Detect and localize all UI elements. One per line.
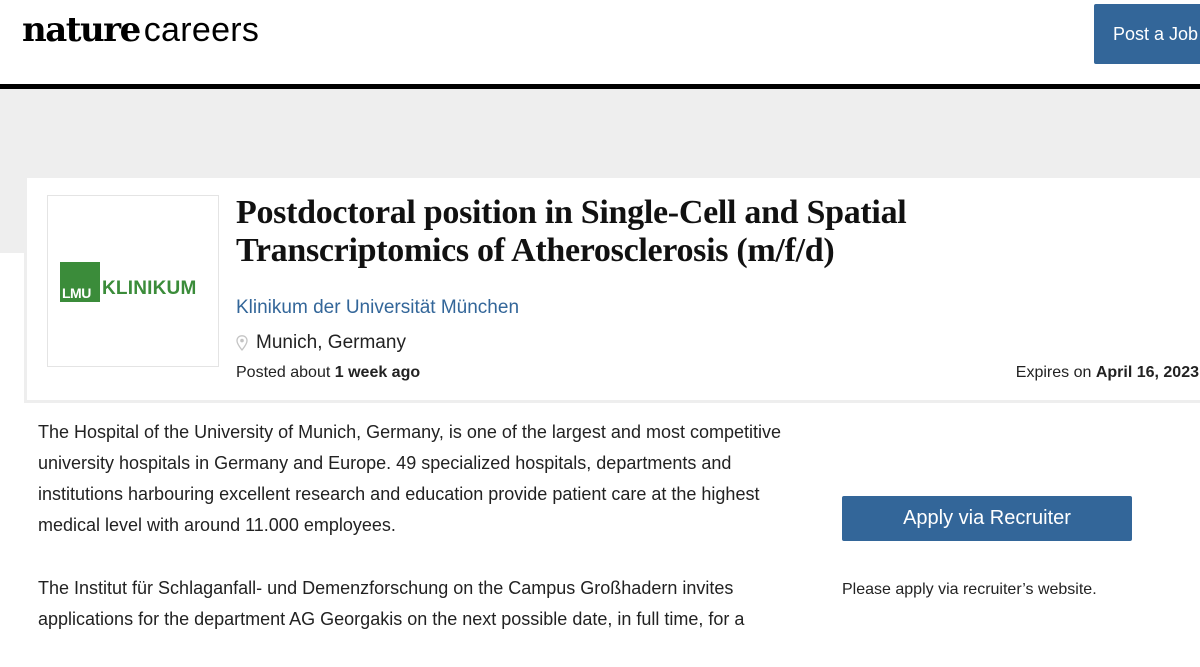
description-paragraph: The Hospital of the University of Munich… bbox=[38, 422, 782, 535]
job-location: Munich, Germany bbox=[236, 332, 406, 354]
employer-logo[interactable]: LMU KLINIKUM bbox=[47, 195, 219, 367]
site-header: nature careers Post a Job bbox=[0, 0, 1200, 84]
post-a-job-button[interactable]: Post a Job bbox=[1094, 4, 1200, 64]
logo-nature-text: nature bbox=[22, 10, 141, 50]
lmu-klinikum-word: KLINIKUM bbox=[102, 278, 197, 299]
expires-value: April 16, 2023 bbox=[1095, 364, 1199, 381]
apply-via-recruiter-button[interactable]: Apply via Recruiter bbox=[842, 496, 1132, 541]
expiry-date: Expires on April 16, 2023 bbox=[1016, 364, 1199, 382]
job-title: Postdoctoral position in Single-Cell and… bbox=[236, 194, 907, 269]
lmu-klinikum-logo: LMU KLINIKUM bbox=[60, 262, 196, 302]
posted-date: Posted about 1 week ago bbox=[236, 364, 420, 382]
description-paragraph: The Institut für Schlaganfall- und Demen… bbox=[38, 578, 745, 629]
apply-note: Please apply via recruiter’s website. bbox=[842, 581, 1097, 598]
expires-prefix: Expires on bbox=[1015, 364, 1096, 381]
employer-link[interactable]: Klinikum der Universität München bbox=[236, 297, 519, 319]
map-pin-icon bbox=[236, 335, 248, 351]
job-description: The Hospital of the University of Munich… bbox=[38, 417, 798, 667]
nature-careers-logo[interactable]: nature careers bbox=[22, 10, 259, 56]
job-header-card: LMU KLINIKUM Postdoctoral position in Si… bbox=[24, 175, 1200, 403]
lmu-mark-text: LMU bbox=[62, 285, 91, 301]
location-text: Munich, Germany bbox=[256, 332, 406, 353]
posted-prefix: Posted about bbox=[236, 364, 335, 381]
lmu-mark: LMU bbox=[60, 262, 100, 302]
posted-value: 1 week ago bbox=[334, 364, 421, 381]
logo-careers-text: careers bbox=[143, 11, 260, 49]
apply-sidebar: Apply via Recruiter Please apply via rec… bbox=[842, 496, 1132, 599]
